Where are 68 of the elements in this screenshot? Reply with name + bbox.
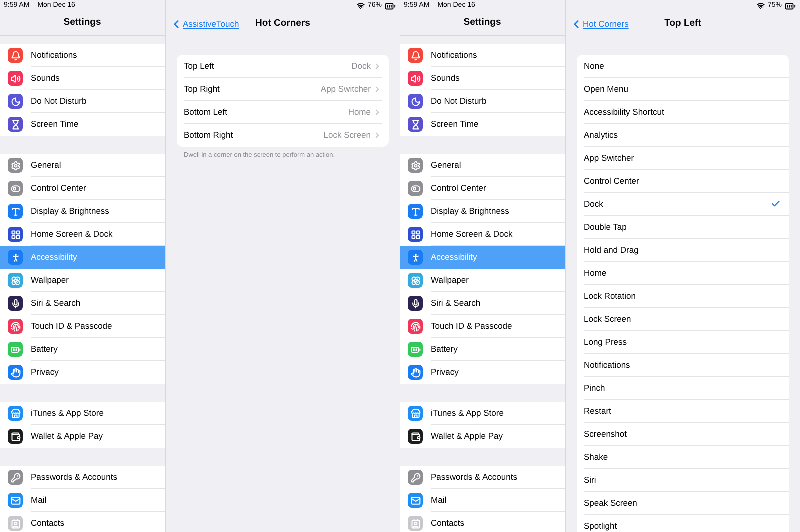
option-label: Lock Screen bbox=[584, 312, 632, 326]
option-label: Pinch bbox=[584, 382, 606, 394]
option-label: Restart bbox=[584, 404, 612, 418]
option-label: Open Menu bbox=[584, 82, 628, 96]
option-row[interactable]: Double Tap bbox=[577, 216, 789, 239]
option-label: Screenshot bbox=[584, 428, 627, 440]
sidebar-title: Settings bbox=[64, 16, 102, 30]
row-value: Lock Screen bbox=[324, 129, 371, 142]
option-row[interactable]: Lock Screen bbox=[577, 308, 789, 331]
settings-row[interactable]: Bottom Left Home bbox=[177, 101, 389, 124]
option-label: Siri bbox=[584, 474, 596, 486]
wifi-icon bbox=[756, 2, 765, 10]
option-row[interactable]: Shake bbox=[577, 446, 789, 469]
chevron-icon bbox=[373, 131, 382, 140]
row-value: Home bbox=[348, 106, 371, 118]
option-row[interactable]: Dock bbox=[577, 193, 789, 216]
chevron-icon bbox=[373, 84, 382, 94]
option-row[interactable]: None bbox=[577, 55, 789, 78]
option-label: Home bbox=[584, 266, 607, 280]
option-row[interactable]: Control Center bbox=[577, 170, 789, 193]
settings-row[interactable]: Top Left Dock bbox=[177, 55, 389, 78]
option-label: Double Tap bbox=[584, 220, 627, 234]
option-label: Analytics bbox=[584, 128, 618, 142]
option-label: Notifications bbox=[584, 358, 630, 372]
row-label: Top Left bbox=[184, 60, 214, 72]
option-row[interactable]: Spotlight bbox=[577, 515, 789, 532]
option-label: Spotlight bbox=[584, 520, 618, 532]
option-row[interactable]: Restart bbox=[577, 400, 789, 423]
row-label: Bottom Right bbox=[184, 129, 234, 142]
option-row[interactable]: Analytics bbox=[577, 124, 789, 147]
option-row[interactable]: Screenshot bbox=[577, 423, 789, 446]
option-row[interactable]: Siri bbox=[577, 469, 789, 492]
detail-title: Top Left bbox=[664, 16, 702, 31]
sidebar-title: Settings bbox=[464, 16, 502, 30]
row-value: App Switcher bbox=[320, 82, 371, 96]
option-label: Shake bbox=[584, 450, 608, 464]
option-row[interactable]: Lock Rotation bbox=[577, 285, 789, 308]
option-label: Control Center bbox=[584, 174, 640, 188]
option-row[interactable]: Accessibility Shortcut bbox=[577, 101, 789, 124]
back-link[interactable]: AssistiveTouch bbox=[170, 18, 240, 30]
detail-title: Hot Corners bbox=[256, 16, 310, 31]
option-row[interactable]: Notifications bbox=[577, 354, 789, 377]
option-row[interactable]: Hold and Drag bbox=[577, 239, 789, 262]
battery-icon bbox=[385, 0, 396, 12]
option-label: None bbox=[584, 60, 604, 72]
row-label: Bottom Left bbox=[184, 106, 228, 118]
battery-icon bbox=[785, 0, 796, 12]
option-row[interactable]: Speak Screen bbox=[577, 492, 789, 515]
wifi-icon bbox=[356, 2, 365, 10]
option-label: Lock Rotation bbox=[584, 290, 636, 302]
settings-row[interactable]: Top Right App Switcher bbox=[177, 78, 389, 101]
option-label: Accessibility Shortcut bbox=[584, 106, 664, 118]
option-row[interactable]: Home bbox=[577, 262, 789, 285]
settings-row[interactable]: Bottom Right Lock Screen bbox=[177, 124, 389, 147]
option-label: Long Press bbox=[584, 336, 627, 348]
row-value: Dock bbox=[352, 60, 371, 72]
option-label: Dock bbox=[584, 198, 604, 210]
row-label: Top Right bbox=[184, 82, 220, 96]
option-label: App Switcher bbox=[584, 152, 634, 164]
option-label: Speak Screen bbox=[584, 496, 638, 510]
chevron-icon bbox=[373, 108, 382, 116]
chevron-icon bbox=[373, 62, 382, 70]
back-link[interactable]: Hot Corners bbox=[570, 18, 629, 30]
option-label: Hold and Drag bbox=[584, 244, 639, 256]
option-row[interactable]: Long Press bbox=[577, 331, 789, 354]
option-row[interactable]: App Switcher bbox=[577, 147, 789, 170]
option-row[interactable]: Open Menu bbox=[577, 78, 789, 101]
option-row[interactable]: Pinch bbox=[577, 377, 789, 400]
